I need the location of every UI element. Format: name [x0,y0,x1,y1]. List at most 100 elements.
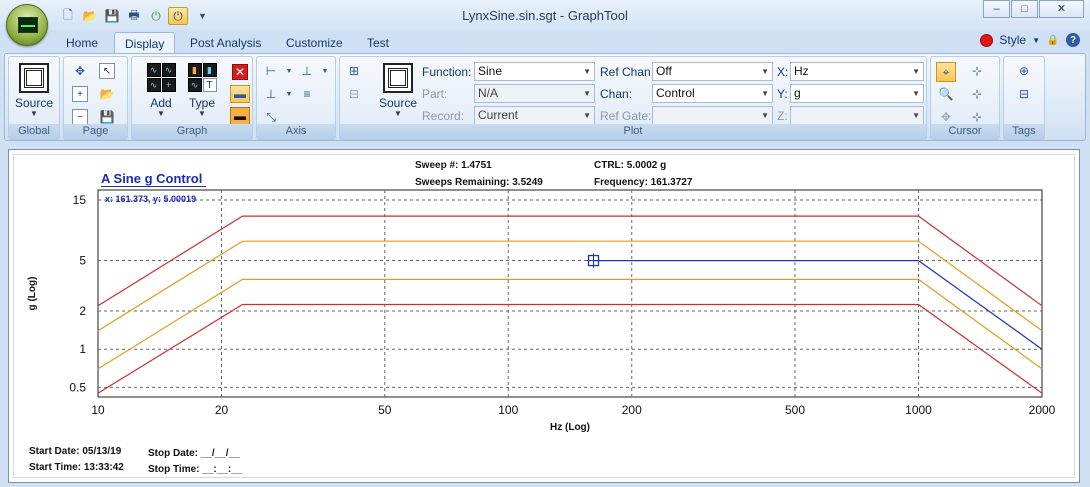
cursor-delta-icon[interactable]: ⊹ [969,109,985,125]
help-icon[interactable]: ? [1066,33,1080,47]
group-label-graph: Graph [132,124,252,139]
cursor-crosshair-icon[interactable]: ⌖ [936,62,956,82]
y-select[interactable]: g ▼ [790,84,924,103]
group-tags: ⊕ ⊟ Tags [1003,56,1045,140]
function-value: Sine [478,64,503,78]
global-source-button[interactable]: Source ▼ [13,63,55,118]
minimize-button[interactable]: – [983,0,1010,18]
x-tick-label: 50 [378,403,392,417]
tab-home[interactable]: Home [56,32,108,54]
x-tick-label: 20 [215,403,229,417]
page-cursor-icon[interactable]: ↖ [99,63,115,79]
add-graph-label: Add [150,96,172,110]
crosshair-page-icon[interactable]: ✥ [72,63,88,79]
plot-area [97,189,1043,398]
title-bar: 🗋 📂 💾 🖶 ⏻ ⏻ ▼ LynxSine.sin.sgt - GraphTo… [0,0,1090,46]
group-page: ✥ ↖ + 📂 − 💾 Page [63,56,128,140]
record-icon[interactable] [980,33,994,47]
tab-display[interactable]: Display [114,32,176,54]
z-select: ▼ [790,106,924,125]
global-source-label: Source [14,96,54,110]
add-graph-button[interactable]: ∿ ∿ ∿ + Add ▼ [146,63,176,118]
group-graph: ∿ ∿ ∿ + Add ▼ ▮ ▮ ∿ T Type ▼ ✕ ▬ ▬ Graph [131,56,253,140]
chevron-down-icon: ▼ [912,89,920,98]
axis-add-icon[interactable]: ⊥ [299,63,315,79]
chevron-down-icon[interactable]: ▼ [317,63,333,79]
chevron-down-icon[interactable]: ▼ [281,63,297,79]
y-tick-label: 5 [79,254,86,268]
function-select[interactable]: Sine ▼ [474,62,595,81]
zoom-icon[interactable]: 🔍 [938,86,954,102]
cursor-peak-icon[interactable]: ⊹ [969,63,985,79]
source-icon [383,63,413,93]
chevron-down-icon: ▼ [761,111,769,120]
chevron-down-icon: ▼ [198,109,206,118]
chan-select[interactable]: Control ▼ [652,84,773,103]
save-page-icon[interactable]: 💾 [99,109,115,125]
graph-thumb-icon: ∿ [146,63,161,77]
record-value: Current [478,108,519,122]
open-page-icon[interactable]: 📂 [99,86,115,102]
y-axis-icon[interactable]: ⊥ [263,86,279,102]
add-page-icon[interactable]: + [72,86,88,102]
record-select[interactable]: Current ▼ [474,106,595,125]
y-tick-label: 1 [79,342,86,356]
chevron-down-icon: ▼ [394,109,402,118]
part-label: Part: [422,87,448,101]
x-tick-label: 100 [498,403,518,417]
remove-page-icon[interactable]: − [72,109,88,125]
chevron-down-icon: ▼ [761,67,769,76]
x-axis-icon[interactable]: ⊢ [263,63,279,79]
add-plot-icon[interactable]: ⊞ [346,63,362,79]
x-value: Hz [794,64,809,78]
y-tick-label: 2 [79,304,86,318]
line-chart[interactable]: 10 20 50 100 200 500 1000 2000 0.5 1 2 5 15 Hz (Log) g… [9,150,1079,482]
chevron-down-icon: ▼ [30,109,38,118]
tag-list-icon[interactable]: ⊟ [1016,86,1032,102]
bar-chart-icon: ▮ [202,63,217,77]
axis-scale-icon[interactable]: ⤡ [263,109,279,125]
graph-view-icon[interactable]: ▬ [230,85,250,103]
delete-graph-icon[interactable]: ✕ [232,64,248,80]
group-label-plot: Plot [340,124,926,139]
axis-lines-icon[interactable]: ≡ [299,86,315,102]
x-select[interactable]: Hz ▼ [790,62,924,81]
start-date: Start Date: 05/13/19 [29,446,122,457]
tab-customize[interactable]: Customize [276,32,353,54]
part-value: N/A [478,86,499,100]
graph-highlight-icon[interactable]: ▬ [230,107,250,125]
style-menu[interactable]: Style [999,33,1026,47]
style-dropdown-icon[interactable]: ▼ [1032,36,1040,45]
style-area: Style ▼ 🔒 ? [980,33,1080,47]
y-axis-label: g (Log) [27,277,38,311]
app-menu-button[interactable] [6,4,48,46]
graph-type-button[interactable]: ▮ ▮ ∿ T Type ▼ [186,63,218,118]
group-cursor: ⌖ ⊹ 🔍 ⊹ ✥ ⊹ Cursor [930,56,1000,140]
x-tick-label: 200 [622,403,642,417]
tab-post-analysis[interactable]: Post Analysis [180,32,271,54]
graph-thumb-icon: ∿ [146,78,161,92]
plot-source-button[interactable]: Source ▼ [378,63,418,118]
close-button[interactable]: ✕ [1039,0,1084,18]
z-label: Z: [777,109,788,123]
stop-date: Stop Date: __/__/__ [148,448,240,459]
add-tag-icon[interactable]: ⊕ [1016,63,1032,79]
tab-test[interactable]: Test [357,32,399,54]
ref-gate-label: Ref Gate: [600,109,652,123]
maximize-button[interactable]: □ [1011,0,1038,18]
oscilloscope-icon [18,17,38,33]
lock-icon[interactable]: 🔒 [1046,33,1060,47]
y-tick-label: 0.5 [69,380,86,394]
series-line-5 [97,303,1043,394]
ribbon-tabs: Home Display Post Analysis Customize Tes… [0,30,1090,54]
chan-value: Control [656,86,695,100]
cursor-harmonic-icon[interactable]: ⊹ [969,86,985,102]
x-tick-label: 500 [785,403,805,417]
pan-icon[interactable]: ✥ [938,109,954,125]
group-plot: ⊞ ⊟ Source ▼ Function: Sine ▼ Part: N/A … [339,56,927,140]
text-graph-icon: T [202,78,217,92]
ref-chan-select[interactable]: Off ▼ [652,62,773,81]
source-icon [19,63,49,93]
group-label-tags: Tags [1004,124,1044,139]
chevron-down-icon[interactable]: ▼ [281,86,297,102]
